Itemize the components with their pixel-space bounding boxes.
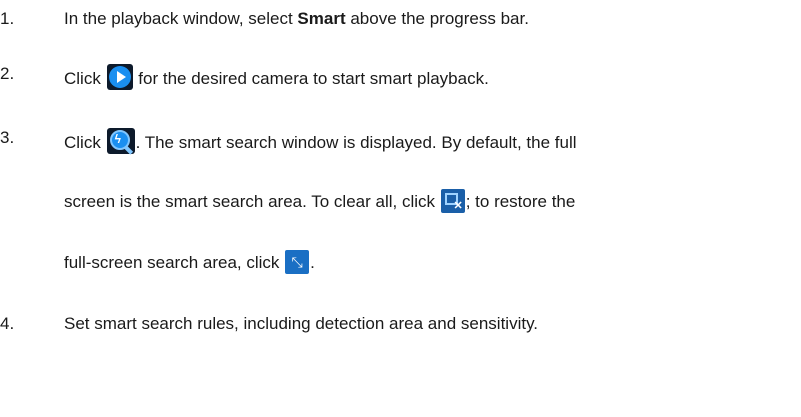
step-text-post: for the desired camera to start smart pl…	[133, 69, 489, 88]
step-number: 4.	[0, 314, 15, 333]
step-text-pre: Click	[64, 69, 106, 88]
step-text-pre: screen is the smart search area. To clea…	[64, 192, 440, 211]
step-text: Click for the desired camera to start sm…	[64, 64, 794, 90]
full-screen-icon: ⤡	[285, 250, 310, 274]
step-text-post: above the progress bar.	[345, 9, 529, 28]
step-number: 3.	[0, 128, 15, 147]
step-text-pre: In the playback window, select	[64, 9, 298, 28]
step-text-post: .	[310, 253, 315, 272]
step-text: In the playback window, select Smart abo…	[64, 9, 794, 29]
step-text-pre: full-screen search area, click	[64, 253, 285, 272]
instruction-document: 1. In the playback window, select Smart …	[0, 0, 801, 417]
step-text: full-screen search area, click ⤡.	[64, 250, 794, 274]
play-icon	[106, 64, 133, 90]
clear-all-icon: ✕	[440, 189, 465, 213]
step-text: Set smart search rules, including detect…	[64, 314, 794, 334]
step-number: 1.	[0, 9, 15, 28]
step-text-content: Set smart search rules, including detect…	[64, 314, 539, 333]
step-text-post: . The smart search window is displayed. …	[135, 133, 577, 152]
smart-keyword: Smart	[297, 9, 346, 28]
step-text-post: ; to restore the	[465, 192, 576, 211]
step-text: screen is the smart search area. To clea…	[64, 189, 794, 213]
step-number: 2.	[0, 64, 15, 83]
step-text: Click ϟ. The smart search window is disp…	[64, 128, 794, 155]
step-text-pre: Click	[64, 133, 106, 152]
smart-search-icon: ϟ	[106, 128, 135, 155]
